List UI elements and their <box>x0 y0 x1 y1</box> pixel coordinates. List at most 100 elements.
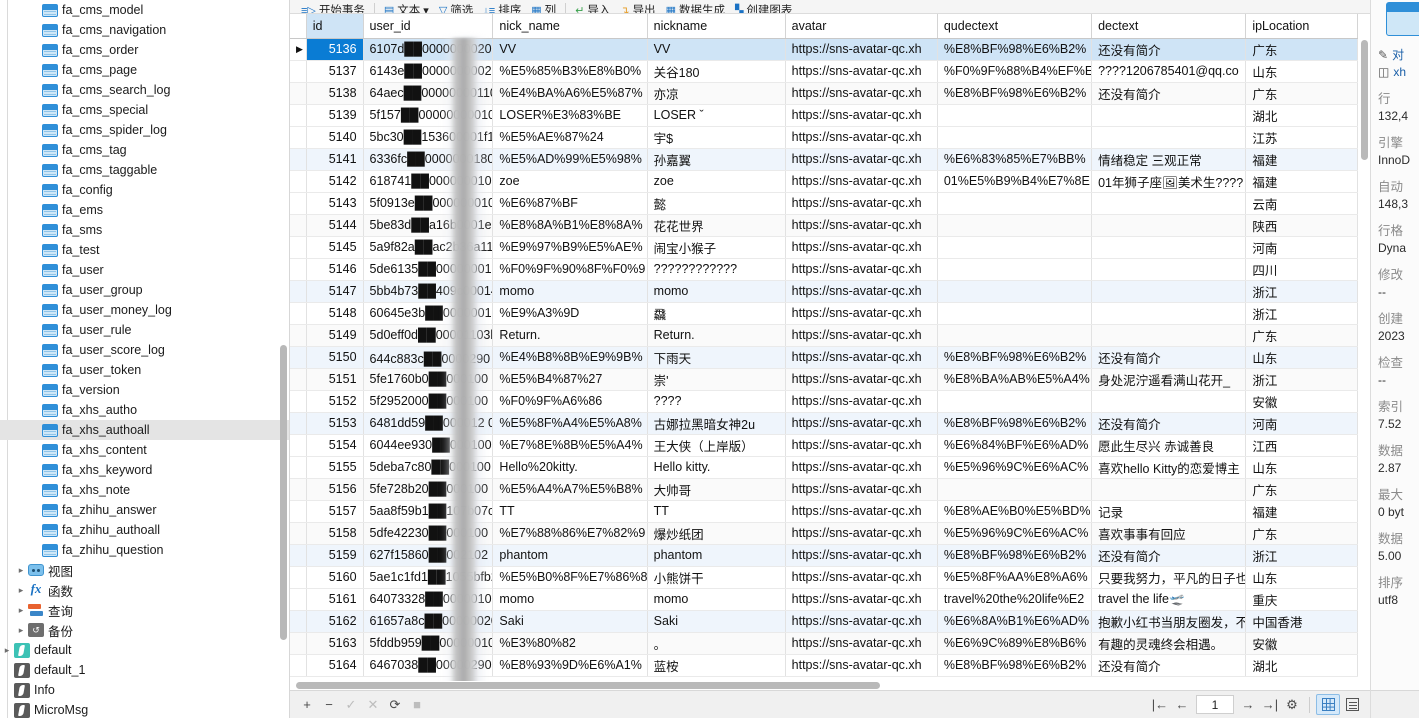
cell-nickname[interactable]: Saki <box>647 610 786 633</box>
cell-qudectext[interactable]: %E5%8F%AA%E8%A6% <box>937 566 1093 589</box>
table-tree-list[interactable]: fa_cms_model fa_cms_navigation fa_cms_orde… <box>0 0 289 560</box>
cell-qudectext[interactable]: %E6%8A%B1%E6%AD% <box>937 610 1093 633</box>
cell-dectext[interactable] <box>1091 324 1247 347</box>
cell-qudectext[interactable] <box>937 214 1093 237</box>
cell-nick_name[interactable]: %E5%AD%99%E5%98% <box>492 148 648 171</box>
stop-button[interactable]: ■ <box>406 694 428 716</box>
cell-nickname[interactable]: 孙嘉翼 <box>647 148 786 171</box>
gear-icon[interactable]: ⚙ <box>1281 694 1303 716</box>
sidebar-group-function[interactable]: ▸ fx 函数 <box>0 580 289 600</box>
cell-avatar[interactable]: https://sns-avatar-qc.xh <box>785 566 938 589</box>
cell-nickname[interactable]: 花花世界 <box>647 214 786 237</box>
cell-user_id[interactable]: 5be83d██a16b0001e1 <box>363 214 494 237</box>
cell-dectext[interactable]: 愿此生尽兴 赤诚善良 <box>1091 434 1247 457</box>
cell-dectext[interactable]: travel the life🛫 <box>1091 588 1247 611</box>
cell-qudectext[interactable]: 01%E5%B9%B4%E7%8E <box>937 170 1093 193</box>
table-row[interactable]: 5155 5deba7c80██000100 Hello%20kitty. Hello… <box>290 456 1358 479</box>
table-row[interactable]: 5148 60645e3b██000000100 %E9%A3%9D 飝 https:/… <box>290 302 1358 325</box>
cell-avatar[interactable]: https://sns-avatar-qc.xh <box>785 236 938 259</box>
cell-nickname[interactable]: 。 <box>647 632 786 655</box>
cell-qudectext[interactable]: %E8%BF%98%E6%B2% <box>937 82 1093 105</box>
cell-qudectext[interactable] <box>937 478 1093 501</box>
cell-nick_name[interactable]: %E4%B8%8B%E9%9B% <box>492 346 648 369</box>
toolbar-text[interactable]: ▤ 文本 ▾ <box>379 4 434 13</box>
cell-dectext[interactable] <box>1091 236 1247 259</box>
cell-avatar[interactable]: https://sns-avatar-qc.xh <box>785 82 938 105</box>
cell-user_id[interactable]: 5dfe42230██000100 <box>363 522 494 545</box>
sidebar-scrollbar-thumb[interactable] <box>280 345 287 640</box>
discard-changes-button[interactable]: ✕ <box>362 694 384 716</box>
grid-horizontal-scrollbar-thumb[interactable] <box>296 682 880 689</box>
cell-user_id[interactable]: 5f2952000██000100 <box>363 390 494 413</box>
info-panel-links[interactable]: ✎ 对 ◫ xh <box>1378 46 1419 80</box>
cell-nickname[interactable]: zoe <box>647 170 786 193</box>
cell-ipLocation[interactable]: 陕西 <box>1245 214 1358 237</box>
cell-nick_name[interactable]: %E8%93%9D%E6%A1% <box>492 654 648 677</box>
cell-ipLocation[interactable]: 浙江 <box>1245 280 1358 303</box>
previous-page-button[interactable]: ← <box>1171 694 1193 716</box>
cell-id[interactable]: 5155 <box>306 456 364 479</box>
cell-ipLocation[interactable]: 山东 <box>1245 566 1358 589</box>
cell-qudectext[interactable] <box>937 324 1093 347</box>
cell-qudectext[interactable]: %E8%BF%98%E6%B2% <box>937 544 1093 567</box>
cell-id[interactable]: 5161 <box>306 588 364 611</box>
cell-avatar[interactable]: https://sns-avatar-qc.xh <box>785 280 938 303</box>
cell-dectext[interactable]: 只要我努力，平凡的日子也 <box>1091 566 1247 589</box>
cell-id[interactable]: 5144 <box>306 214 364 237</box>
sidebar-table-fa_ems[interactable]: fa_ems <box>0 200 289 220</box>
table-row[interactable]: 5162 61657a8c██000000202 Saki Saki https://s… <box>290 610 1358 633</box>
delete-record-button[interactable]: − <box>318 694 340 716</box>
cell-ipLocation[interactable]: 山东 <box>1245 60 1358 83</box>
column-header-qudectext[interactable]: qudectext <box>937 14 1093 39</box>
row-marker[interactable] <box>290 192 307 215</box>
table-row[interactable]: 5140 5bc30██153600001f18 %E5%AE%87%24 宇$ htt… <box>290 126 1358 149</box>
cell-user_id[interactable]: 6044ee930██000100 <box>363 434 494 457</box>
cell-id[interactable]: 5138 <box>306 82 364 105</box>
table-row[interactable]: 5143 5f0913e██0000000100 %E6%87%BF 懿 https:/… <box>290 192 1358 215</box>
cell-dectext[interactable] <box>1091 192 1247 215</box>
connection-list[interactable]: ▸ default default_1 Info MicroMsg <box>0 640 289 718</box>
sidebar-navigation-pane[interactable]: fa_cms_model fa_cms_navigation fa_cms_orde… <box>0 0 290 718</box>
cell-dectext[interactable]: 还没有简介 <box>1091 544 1247 567</box>
row-marker[interactable] <box>290 456 307 479</box>
cell-qudectext[interactable] <box>937 258 1093 281</box>
row-marker[interactable] <box>290 632 307 655</box>
cell-nickname[interactable]: TT <box>647 500 786 523</box>
cell-ipLocation[interactable]: 湖北 <box>1245 654 1358 677</box>
cell-ipLocation[interactable]: 安徽 <box>1245 632 1358 655</box>
cell-id[interactable]: 5152 <box>306 390 364 413</box>
grid-view-button[interactable] <box>1316 694 1340 715</box>
cell-nick_name[interactable]: VV <box>492 38 648 61</box>
table-row[interactable]: 5137 6143e██000000000202 %E5%85%B3%E8%B0% 关… <box>290 60 1358 83</box>
cell-avatar[interactable]: https://sns-avatar-qc.xh <box>785 610 938 633</box>
row-marker[interactable] <box>290 610 307 633</box>
cell-dectext[interactable]: 抱歉小红书当朋友圈发，不 <box>1091 610 1247 633</box>
cell-qudectext[interactable]: %F0%9F%88%B4%EF%E <box>937 60 1093 83</box>
cell-ipLocation[interactable]: 浙江 <box>1245 544 1358 567</box>
grid-header-row[interactable]: id user_id nick_name nickname avatar qud… <box>290 14 1358 39</box>
sidebar-table-fa_xhs_content[interactable]: fa_xhs_content <box>0 440 289 460</box>
cell-nick_name[interactable]: %E3%80%82 <box>492 632 648 655</box>
cell-avatar[interactable]: https://sns-avatar-qc.xh <box>785 258 938 281</box>
cell-qudectext[interactable]: %E8%BF%98%E6%B2% <box>937 654 1093 677</box>
cell-id[interactable]: 5140 <box>306 126 364 149</box>
cell-nick_name[interactable]: phantom <box>492 544 648 567</box>
cell-dectext[interactable]: 还没有简介 <box>1091 654 1247 677</box>
cell-dectext[interactable]: 还没有简介 <box>1091 38 1247 61</box>
cell-avatar[interactable]: https://sns-avatar-qc.xh <box>785 170 938 193</box>
table-row[interactable]: 5157 5aa8f59b1██107b07ce TT TT https://sns-a… <box>290 500 1358 523</box>
table-row[interactable]: 5149 5d0eff0d██00001103b Return. Return. htt… <box>290 324 1358 347</box>
sidebar-connection-default[interactable]: ▸ default <box>0 640 289 660</box>
cell-nick_name[interactable]: %E5%85%B3%E8%B0% <box>492 60 648 83</box>
cell-id[interactable]: 5142 <box>306 170 364 193</box>
row-marker[interactable] <box>290 82 307 105</box>
cell-user_id[interactable]: 5bb4b73██409c000141 <box>363 280 494 303</box>
cell-nickname[interactable]: 蓝桉 <box>647 654 786 677</box>
cell-user_id[interactable]: 627f15860██002102 <box>363 544 494 567</box>
sidebar-table-fa_cms_order[interactable]: fa_cms_order <box>0 40 289 60</box>
cell-dectext[interactable]: 还没有简介 <box>1091 412 1247 435</box>
row-marker[interactable] <box>290 390 307 413</box>
sidebar-table-fa_cms_taggable[interactable]: fa_cms_taggable <box>0 160 289 180</box>
row-marker[interactable] <box>290 170 307 193</box>
cell-id[interactable]: 5164 <box>306 654 364 677</box>
